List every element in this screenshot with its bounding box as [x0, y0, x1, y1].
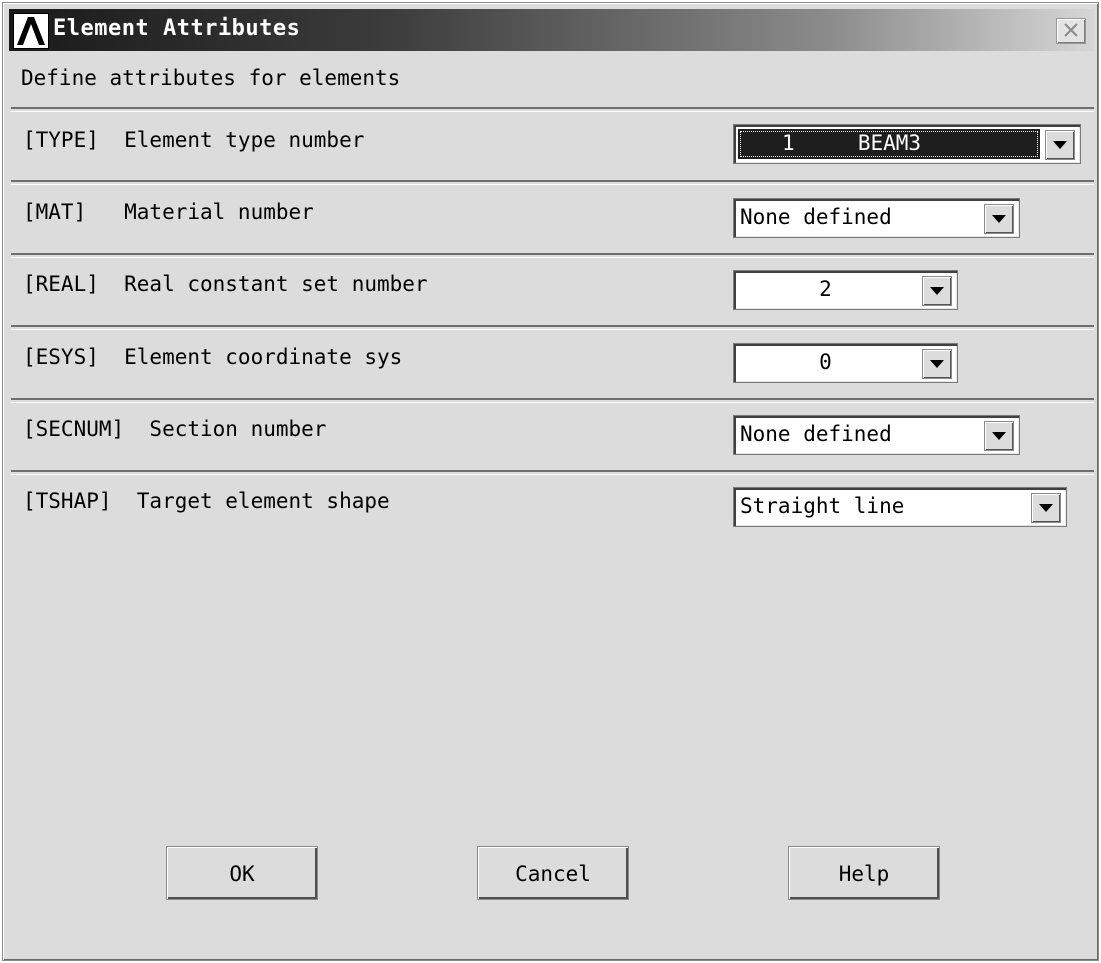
- dropdown-arrow-icon[interactable]: [984, 204, 1014, 234]
- material-number-value: None defined: [740, 205, 892, 229]
- dropdown-arrow-icon[interactable]: [922, 276, 952, 306]
- divider: [11, 253, 1094, 258]
- close-icon: [1064, 23, 1078, 37]
- dropdown-arrow-icon[interactable]: [984, 421, 1014, 451]
- real-constant-value: 2: [819, 277, 832, 301]
- element-coordinate-value: 0: [819, 350, 832, 374]
- element-attributes-dialog: Element Attributes Define attributes for…: [2, 2, 1099, 961]
- real-label: [REAL] Real constant set number: [23, 272, 428, 296]
- target-shape-select[interactable]: Straight line: [733, 487, 1067, 527]
- cancel-button[interactable]: Cancel: [477, 846, 629, 900]
- type-label: [TYPE] Element type number: [23, 128, 365, 152]
- esys-label: [ESYS] Element coordinate sys: [23, 345, 403, 369]
- dropdown-arrow-icon[interactable]: [1031, 493, 1061, 523]
- element-type-select[interactable]: 1 BEAM3: [733, 124, 1081, 164]
- title-bar[interactable]: Element Attributes: [9, 9, 1094, 51]
- ok-button[interactable]: OK: [166, 846, 318, 900]
- help-button[interactable]: Help: [788, 846, 940, 900]
- window-title: Element Attributes: [53, 16, 301, 41]
- ansys-logo-icon: [13, 13, 49, 49]
- dropdown-arrow-icon[interactable]: [922, 349, 952, 379]
- dialog-subtitle: Define attributes for elements: [21, 66, 401, 90]
- close-button[interactable]: [1056, 18, 1086, 44]
- divider: [11, 107, 1094, 112]
- element-coordinate-select[interactable]: 0: [733, 343, 958, 383]
- element-type-value: 1 BEAM3: [782, 131, 922, 155]
- divider: [11, 180, 1094, 185]
- divider: [11, 325, 1094, 330]
- divider: [11, 470, 1094, 475]
- section-number-value: None defined: [740, 422, 892, 446]
- mat-label: [MAT] Material number: [23, 200, 314, 224]
- secnum-label: [SECNUM] Section number: [23, 417, 327, 441]
- tshap-label: [TSHAP] Target element shape: [23, 489, 390, 513]
- material-number-select[interactable]: None defined: [733, 198, 1020, 238]
- divider: [11, 398, 1094, 403]
- section-number-select[interactable]: None defined: [733, 415, 1020, 455]
- real-constant-select[interactable]: 2: [733, 270, 958, 310]
- target-shape-value: Straight line: [740, 494, 905, 518]
- dropdown-arrow-icon[interactable]: [1045, 130, 1075, 160]
